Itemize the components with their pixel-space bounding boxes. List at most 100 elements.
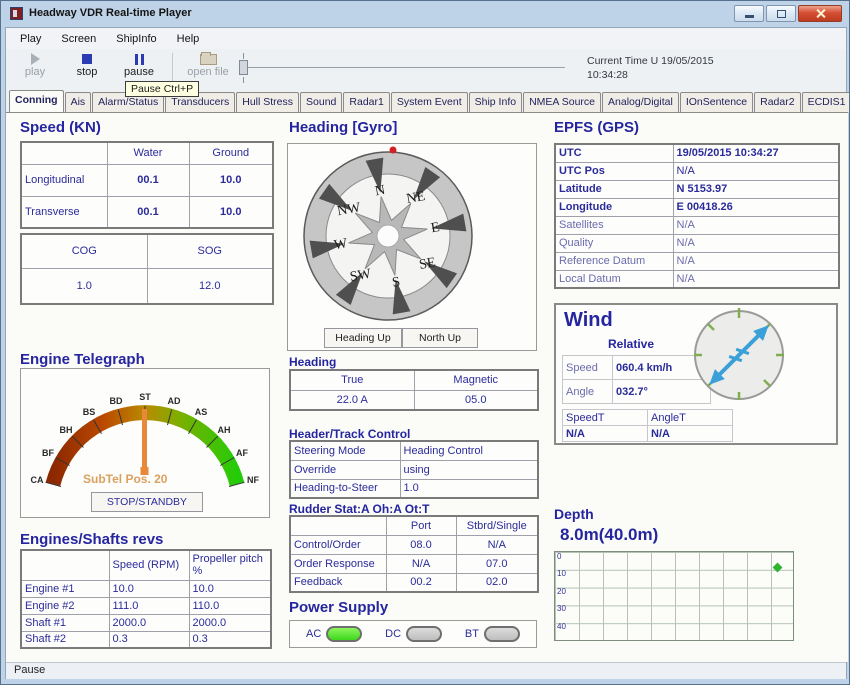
speed-long-water: 00.1 bbox=[107, 164, 189, 196]
toolbar-separator bbox=[172, 53, 173, 81]
engine2-pitch: 110.0 bbox=[189, 597, 271, 614]
epfs-row-label: Longitude bbox=[555, 198, 673, 216]
sog-value: 12.0 bbox=[147, 268, 273, 304]
wind-speed-label: Speed bbox=[563, 356, 613, 380]
shaft2-pitch: 0.3 bbox=[189, 631, 271, 648]
epfs-row-label: Quality bbox=[555, 234, 673, 252]
tab-conning[interactable]: Conning bbox=[9, 90, 64, 112]
rudder-title: Rudder Stat:A Oh:A Ot:T bbox=[289, 502, 429, 516]
folder-icon bbox=[200, 54, 217, 65]
svg-text:AD: AD bbox=[168, 396, 181, 406]
speed-header-ground: Ground bbox=[189, 142, 273, 164]
cog-sog-table: COG SOG 1.0 12.0 bbox=[20, 233, 274, 305]
track-control-table: Steering Mode Heading Control Override u… bbox=[289, 440, 539, 499]
track-row-label: Heading-to-Steer bbox=[290, 479, 400, 498]
power-dc-group: DC bbox=[385, 626, 442, 642]
telegraph-title: Engine Telegraph bbox=[20, 351, 145, 368]
menu-play[interactable]: Play bbox=[10, 30, 51, 48]
stop-button[interactable]: stop bbox=[62, 52, 112, 78]
speed-trans-water: 00.1 bbox=[107, 196, 189, 228]
minimize-button[interactable] bbox=[734, 5, 764, 22]
wind-speedt-header: SpeedT bbox=[563, 410, 648, 426]
epfs-utc-pos-value: N/A bbox=[673, 162, 839, 180]
power-ac-group: AC bbox=[306, 626, 362, 642]
menu-shipinfo[interactable]: ShipInfo bbox=[106, 30, 166, 48]
engine-telegraph-panel: CA BF BH BS BD ST AD AS AH AF NF bbox=[20, 368, 270, 518]
tab-radar2[interactable]: Radar2 bbox=[754, 92, 800, 112]
epfs-row-label: Latitude bbox=[555, 180, 673, 198]
tab-ecdis1[interactable]: ECDIS1 bbox=[802, 92, 850, 112]
depth-axis-label: 30 bbox=[557, 604, 566, 613]
stop-icon bbox=[82, 54, 92, 64]
power-bt-group: BT bbox=[465, 626, 520, 642]
tab-system-event[interactable]: System Event bbox=[391, 92, 468, 112]
maximize-button[interactable] bbox=[766, 5, 796, 22]
pause-label: pause bbox=[114, 66, 164, 78]
tab-ship-info[interactable]: Ship Info bbox=[469, 92, 522, 112]
north-up-button[interactable]: North Up bbox=[402, 328, 478, 348]
control-order-stbd: N/A bbox=[456, 535, 538, 554]
timeline-slider[interactable] bbox=[239, 53, 565, 83]
epfs-title: EPFS (GPS) bbox=[554, 119, 639, 136]
depth-axis-label: 20 bbox=[557, 587, 566, 596]
rudder-corner bbox=[290, 516, 386, 535]
depth-axis-label: 10 bbox=[557, 569, 566, 578]
tab-analog-digital[interactable]: Analog/Digital bbox=[602, 92, 679, 112]
speed-corner bbox=[21, 142, 107, 164]
minimize-icon bbox=[745, 15, 754, 18]
tab-nmea-source[interactable]: NMEA Source bbox=[523, 92, 601, 112]
svg-text:CA: CA bbox=[31, 475, 44, 485]
speed-row-label: Longitudinal bbox=[21, 164, 107, 196]
menu-help[interactable]: Help bbox=[167, 30, 210, 48]
sog-header: SOG bbox=[147, 234, 273, 268]
rudder-table: Port Stbrd/Single Control/Order 08.0 N/A… bbox=[289, 515, 539, 593]
wind-anglet-header: AngleT bbox=[648, 410, 733, 426]
menu-screen[interactable]: Screen bbox=[51, 30, 106, 48]
play-label: play bbox=[10, 66, 60, 78]
tab-ionsentence[interactable]: IOnSentence bbox=[680, 92, 753, 112]
heading-up-button[interactable]: Heading Up bbox=[324, 328, 402, 348]
engines-header-pitch: Propeller pitch % bbox=[189, 550, 271, 580]
app-icon bbox=[10, 7, 23, 20]
svg-text:BS: BS bbox=[83, 407, 96, 417]
epfs-utc-value: 19/05/2015 10:34:27 bbox=[673, 144, 839, 162]
play-button[interactable]: play bbox=[10, 52, 60, 78]
tab-ais[interactable]: Ais bbox=[65, 92, 92, 112]
speed-row-label: Transverse bbox=[21, 196, 107, 228]
status-bar: Pause bbox=[6, 662, 846, 679]
shaft1-pitch: 2000.0 bbox=[189, 614, 271, 631]
wind-direction-gauge bbox=[689, 306, 789, 406]
svg-text:AF: AF bbox=[236, 448, 248, 458]
shaft2-speed: 0.3 bbox=[109, 631, 189, 648]
epfs-row-label: Satellites bbox=[555, 216, 673, 234]
rudder-row-label: Feedback bbox=[290, 573, 386, 592]
stop-label: stop bbox=[62, 66, 112, 78]
epfs-row-label: Reference Datum bbox=[555, 252, 673, 270]
heading-marker-dot bbox=[390, 147, 397, 154]
telegraph-order-button[interactable]: STOP/STANDBY bbox=[91, 492, 203, 512]
tab-hull-stress[interactable]: Hull Stress bbox=[236, 92, 299, 112]
tab-radar1[interactable]: Radar1 bbox=[343, 92, 389, 112]
gyro-compass-panel: N NE E SE S SW W NW Heading Up North Up bbox=[287, 143, 537, 351]
slider-thumb[interactable] bbox=[239, 60, 248, 75]
power-bt-indicator bbox=[484, 626, 520, 642]
engine1-pitch: 10.0 bbox=[189, 580, 271, 597]
heading-section-title: Heading bbox=[289, 355, 336, 369]
svg-text:NF: NF bbox=[247, 475, 259, 485]
speed-table: Water Ground Longitudinal 00.1 10.0 Tran… bbox=[20, 141, 274, 229]
window-title: Headway VDR Real-time Player bbox=[29, 7, 192, 19]
tab-sound[interactable]: Sound bbox=[300, 92, 342, 112]
speed-title: Speed (KN) bbox=[20, 119, 101, 136]
epfs-latitude-value: N 5153.97 bbox=[673, 180, 839, 198]
pause-button[interactable]: pause bbox=[114, 52, 164, 78]
rudder-port-header: Port bbox=[386, 516, 456, 535]
slider-track[interactable] bbox=[243, 67, 565, 68]
feedback-stbd: 02.0 bbox=[456, 573, 538, 592]
track-control-title: Header/Track Control bbox=[289, 427, 410, 441]
depth-current-marker bbox=[773, 563, 783, 573]
close-button[interactable] bbox=[798, 5, 842, 22]
heading-to-steer-value: 1.0 bbox=[400, 479, 538, 498]
engines-row-label: Shaft #2 bbox=[21, 631, 109, 648]
open-file-button[interactable]: open file bbox=[178, 52, 238, 78]
engines-table: Speed (RPM) Propeller pitch % Engine #1 … bbox=[20, 549, 272, 649]
